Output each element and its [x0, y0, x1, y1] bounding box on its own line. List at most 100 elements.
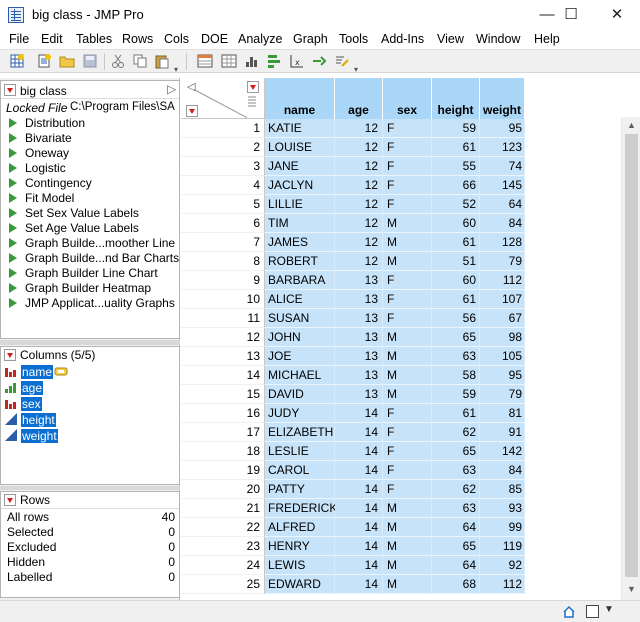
cell-age[interactable]: 14	[335, 537, 383, 556]
cell-name[interactable]: LEWIS	[265, 556, 335, 575]
cell-height[interactable]: 52	[432, 195, 480, 214]
cell-sex[interactable]: M	[383, 233, 432, 252]
cell-weight[interactable]: 64	[480, 195, 525, 214]
table-row[interactable]: 2 LOUISE 12 F 61 123	[181, 138, 621, 157]
column-header-age[interactable]: age	[335, 78, 383, 119]
cell-name[interactable]: PATTY	[265, 480, 335, 499]
cell-weight[interactable]: 107	[480, 290, 525, 309]
columns-hotspot-icon[interactable]	[247, 81, 259, 93]
cell-height[interactable]: 58	[432, 366, 480, 385]
row-number[interactable]: 3	[181, 157, 265, 176]
row-number[interactable]: 17	[181, 423, 265, 442]
cell-sex[interactable]: M	[383, 499, 432, 518]
table-row[interactable]: 10 ALICE 13 F 61 107	[181, 290, 621, 309]
rows-hotspot-icon[interactable]	[4, 494, 16, 506]
cell-weight[interactable]: 79	[480, 252, 525, 271]
table-row[interactable]: 1 KATIE 12 F 59 95	[181, 119, 621, 138]
toolbar-overflow-icon[interactable]: ▾	[174, 65, 178, 74]
cell-name[interactable]: LESLIE	[265, 442, 335, 461]
row-number[interactable]: 15	[181, 385, 265, 404]
menu-edit[interactable]: Edit	[41, 32, 63, 46]
cell-sex[interactable]: F	[383, 290, 432, 309]
row-number[interactable]: 10	[181, 290, 265, 309]
window-list-icon[interactable]	[586, 605, 599, 618]
vertical-scrollbar[interactable]: ▲ ▼	[621, 117, 640, 600]
table-row[interactable]: 8 ROBERT 12 M 51 79	[181, 252, 621, 271]
cell-name[interactable]: ALFRED	[265, 518, 335, 537]
cell-height[interactable]: 64	[432, 518, 480, 537]
cell-age[interactable]: 13	[335, 347, 383, 366]
column-header-sex[interactable]: sex	[383, 78, 432, 119]
table-row[interactable]: 24 LEWIS 14 M 64 92	[181, 556, 621, 575]
menu-help[interactable]: Help	[534, 32, 560, 46]
cell-age[interactable]: 13	[335, 271, 383, 290]
cell-age[interactable]: 12	[335, 214, 383, 233]
column-header-height[interactable]: height	[432, 78, 480, 119]
cell-height[interactable]: 51	[432, 252, 480, 271]
cell-sex[interactable]: M	[383, 537, 432, 556]
script-contingency[interactable]: Contingency	[9, 176, 92, 191]
cell-age[interactable]: 14	[335, 499, 383, 518]
column-item-weight[interactable]: weight	[5, 429, 58, 445]
cell-age[interactable]: 12	[335, 195, 383, 214]
row-number[interactable]: 13	[181, 347, 265, 366]
table-row[interactable]: 11 SUSAN 13 F 56 67	[181, 309, 621, 328]
cell-age[interactable]: 13	[335, 366, 383, 385]
cell-weight[interactable]: 84	[480, 461, 525, 480]
cell-height[interactable]: 59	[432, 385, 480, 404]
table-row[interactable]: 4 JACLYN 12 F 66 145	[181, 176, 621, 195]
column-item-name[interactable]: name	[5, 365, 68, 381]
row-number[interactable]: 23	[181, 537, 265, 556]
cell-sex[interactable]: M	[383, 252, 432, 271]
cell-height[interactable]: 65	[432, 442, 480, 461]
column-item-height[interactable]: height	[5, 413, 56, 429]
cell-name[interactable]: LOUISE	[265, 138, 335, 157]
cell-sex[interactable]: F	[383, 176, 432, 195]
stat-hidden[interactable]: Hidden 0	[7, 555, 175, 569]
cell-weight[interactable]: 112	[480, 271, 525, 290]
table-row[interactable]: 20 PATTY 14 F 62 85	[181, 480, 621, 499]
cell-sex[interactable]: M	[383, 214, 432, 233]
cell-name[interactable]: JOE	[265, 347, 335, 366]
cell-weight[interactable]: 85	[480, 480, 525, 499]
cell-sex[interactable]: F	[383, 138, 432, 157]
window-list-dropdown-icon[interactable]: ▼	[604, 604, 614, 615]
new-data-table-icon[interactable]	[9, 53, 25, 69]
cell-height[interactable]: 63	[432, 347, 480, 366]
menu-file[interactable]: File	[9, 32, 29, 46]
column-header-weight[interactable]: weight	[480, 78, 525, 119]
cell-name[interactable]: TIM	[265, 214, 335, 233]
script-oneway[interactable]: Oneway	[9, 146, 69, 161]
scroll-down-icon[interactable]: ▼	[627, 584, 636, 594]
menu-cols[interactable]: Cols	[164, 32, 189, 46]
cell-height[interactable]: 62	[432, 423, 480, 442]
cell-sex[interactable]: M	[383, 556, 432, 575]
stat-selected[interactable]: Selected 0	[7, 525, 175, 539]
cell-weight[interactable]: 91	[480, 423, 525, 442]
row-number[interactable]: 5	[181, 195, 265, 214]
cell-name[interactable]: JACLYN	[265, 176, 335, 195]
table-row[interactable]: 6 TIM 12 M 60 84	[181, 214, 621, 233]
panel-splitter[interactable]	[0, 340, 180, 345]
cell-name[interactable]: SUSAN	[265, 309, 335, 328]
stat-all-rows[interactable]: All rows 40	[7, 510, 175, 524]
row-number[interactable]: 2	[181, 138, 265, 157]
stat-excluded[interactable]: Excluded 0	[7, 540, 175, 554]
scroll-up-icon[interactable]: ▲	[627, 120, 636, 130]
cell-height[interactable]: 60	[432, 214, 480, 233]
cell-height[interactable]: 66	[432, 176, 480, 195]
table-row[interactable]: 12 JOHN 13 M 65 98	[181, 328, 621, 347]
row-number[interactable]: 9	[181, 271, 265, 290]
row-number[interactable]: 21	[181, 499, 265, 518]
menu-add-ins[interactable]: Add-Ins	[381, 32, 424, 46]
table-row[interactable]: 19 CAROL 14 F 63 84	[181, 461, 621, 480]
script-jmp-application-quality-graphs[interactable]: JMP Applicat...uality Graphs	[9, 296, 175, 311]
column-header-name[interactable]: name	[265, 78, 335, 119]
cell-sex[interactable]: F	[383, 119, 432, 138]
table-row[interactable]: 25 EDWARD 14 M 68 112	[181, 575, 621, 594]
cell-sex[interactable]: M	[383, 518, 432, 537]
table-row[interactable]: 18 LESLIE 14 F 65 142	[181, 442, 621, 461]
new-script-icon[interactable]	[36, 53, 52, 69]
collapse-arrow-icon[interactable]: ▷	[167, 82, 176, 96]
cell-height[interactable]: 64	[432, 556, 480, 575]
